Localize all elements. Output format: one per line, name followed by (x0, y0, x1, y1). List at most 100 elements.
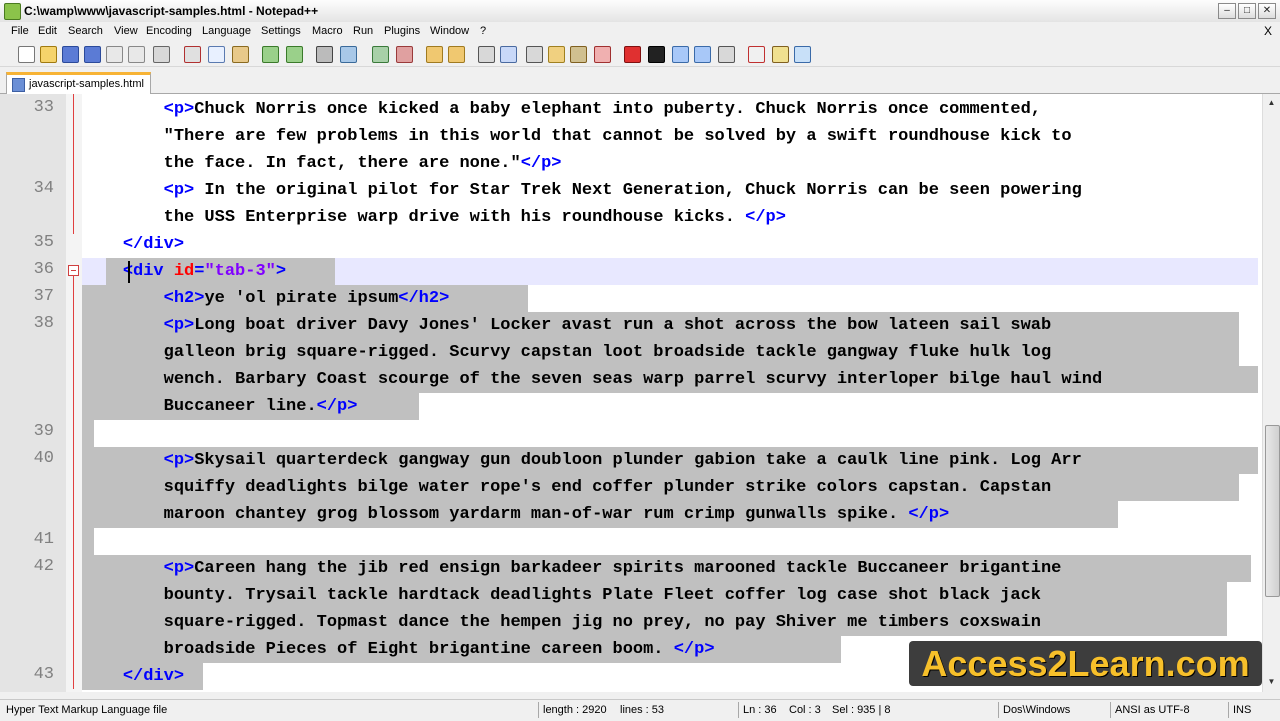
code-line[interactable]: </div> (82, 231, 184, 258)
print-icon[interactable] (153, 46, 170, 63)
close-document-button[interactable]: X (1264, 24, 1272, 38)
redo-icon[interactable] (286, 46, 303, 63)
spell-check-icon[interactable] (748, 46, 765, 63)
code-line[interactable]: <div id="tab-3"> (82, 258, 286, 285)
status-length: length : 2920 (543, 704, 607, 716)
maximize-button[interactable]: □ (1238, 3, 1256, 19)
code-tag: <h2> (163, 289, 205, 308)
spell-settings-icon[interactable] (794, 46, 811, 63)
code-tag: </p> (316, 397, 358, 416)
code-line[interactable]: bounty. Trysail tackle hardtack deadligh… (82, 582, 1041, 609)
line-number: 41 (33, 530, 54, 549)
menu-view[interactable]: View (114, 25, 138, 37)
code-line[interactable]: the face. In fact, there are none."</p> (82, 150, 562, 177)
menu-plugins[interactable]: Plugins (384, 25, 420, 37)
horizontal-scrollbar[interactable] (0, 692, 1262, 698)
code-line[interactable]: Buccaneer line.</p> (82, 393, 358, 420)
window-controls: – □ ✕ (1218, 3, 1276, 19)
toolbar (0, 42, 1280, 67)
editor-area[interactable]: <p>Chuck Norris once kicked a baby eleph… (0, 94, 1262, 692)
undo-icon[interactable] (262, 46, 279, 63)
menu-file[interactable]: File (11, 25, 29, 37)
line-number: 42 (33, 557, 54, 576)
menu-window[interactable]: Window (430, 25, 469, 37)
minimize-button[interactable]: – (1218, 3, 1236, 19)
code-tag: <div (122, 262, 174, 281)
code-line[interactable]: "There are few problems in this world th… (82, 123, 1072, 150)
sync-v-icon[interactable] (426, 46, 443, 63)
new-file-icon[interactable] (18, 46, 35, 63)
scrollbar-thumb[interactable] (1265, 425, 1280, 597)
vertical-scrollbar[interactable]: ▲ ▼ (1262, 94, 1280, 692)
status-line: Ln : 36 (743, 704, 777, 716)
tab-bar: javascript-samples.html (0, 67, 1280, 95)
scroll-up-arrow-icon[interactable]: ▲ (1264, 95, 1279, 111)
save-icon[interactable] (62, 46, 79, 63)
find-icon[interactable] (316, 46, 333, 63)
code-line[interactable]: the USS Enterprise warp drive with his r… (82, 204, 786, 231)
code-tag: </div> (122, 667, 185, 686)
close-button[interactable]: ✕ (1258, 3, 1276, 19)
code-line[interactable]: broadside Pieces of Eight brigantine car… (82, 636, 715, 663)
code-line[interactable]: <h2>ye 'ol pirate ipsum</h2> (82, 285, 450, 312)
menu-language[interactable]: Language (202, 25, 251, 37)
line-number: 39 (33, 422, 54, 441)
menu-run[interactable]: Run (353, 25, 373, 37)
code-tag: <p> (163, 451, 195, 470)
sync-h-icon[interactable] (448, 46, 465, 63)
play-macro-icon[interactable] (672, 46, 689, 63)
indent-guide-icon[interactable] (526, 46, 543, 63)
code-line[interactable]: <p> In the original pilot for Star Trek … (82, 177, 1082, 204)
line-number: 36 (33, 260, 54, 279)
paste-icon[interactable] (232, 46, 249, 63)
scroll-down-arrow-icon[interactable]: ▼ (1264, 674, 1279, 690)
save-macro-icon[interactable] (718, 46, 735, 63)
code-line[interactable]: maroon chantey grog blossom yardarm man-… (82, 501, 950, 528)
menu-settings[interactable]: Settings (261, 25, 301, 37)
tab-label: javascript-samples.html (29, 78, 144, 90)
status-encoding: ANSI as UTF-8 (1115, 704, 1190, 716)
zoom-out-icon[interactable] (396, 46, 413, 63)
menu-macro[interactable]: Macro (312, 25, 343, 37)
stop-macro-icon[interactable] (648, 46, 665, 63)
folder-workspace-icon[interactable] (594, 46, 611, 63)
code-line[interactable]: <p>Careen hang the jib red ensign barkad… (82, 555, 1062, 582)
code-tag: <p> (163, 181, 195, 200)
word-wrap-icon[interactable] (478, 46, 495, 63)
copy-icon[interactable] (208, 46, 225, 63)
save-all-icon[interactable] (84, 46, 101, 63)
open-file-icon[interactable] (40, 46, 57, 63)
code-line[interactable]: squiffy deadlights bilge water rope's en… (82, 474, 1052, 501)
close-all-icon[interactable] (128, 46, 145, 63)
code-line[interactable]: galleon brig square-rigged. Scurvy capst… (82, 339, 1052, 366)
show-all-chars-icon[interactable] (500, 46, 517, 63)
run-macro-multiple-icon[interactable] (694, 46, 711, 63)
code-text: broadside Pieces of Eight brigantine car… (163, 640, 674, 659)
menu-encoding[interactable]: Encoding (146, 25, 192, 37)
menu-search[interactable]: Search (68, 25, 103, 37)
replace-icon[interactable] (340, 46, 357, 63)
zoom-in-icon[interactable] (372, 46, 389, 63)
code-line[interactable]: wench. Barbary Coast scourge of the seve… (82, 366, 1103, 393)
code-line[interactable]: <p>Chuck Norris once kicked a baby eleph… (82, 96, 1041, 123)
code-line[interactable]: </div> (82, 663, 184, 690)
doc-map-icon[interactable] (548, 46, 565, 63)
cut-icon[interactable] (184, 46, 201, 63)
code-line[interactable]: square-rigged. Topmast dance the hempen … (82, 609, 1041, 636)
spell-check-doc-icon[interactable] (772, 46, 789, 63)
status-selection: Sel : 935 | 8 (832, 704, 891, 716)
code-line[interactable]: <p>Long boat driver Davy Jones' Locker a… (82, 312, 1052, 339)
close-file-icon[interactable] (106, 46, 123, 63)
code-text: Careen hang the jib red ensign barkadeer… (194, 559, 1062, 578)
code-tag: </p> (673, 640, 715, 659)
function-list-icon[interactable] (570, 46, 587, 63)
document-tab[interactable]: javascript-samples.html (6, 72, 151, 95)
menu-help[interactable]: ? (480, 25, 486, 37)
record-macro-icon[interactable] (624, 46, 641, 63)
code-line[interactable]: <p>Skysail quarterdeck gangway gun doubl… (82, 447, 1082, 474)
menu-edit[interactable]: Edit (38, 25, 57, 37)
fold-line-icon (73, 275, 74, 689)
